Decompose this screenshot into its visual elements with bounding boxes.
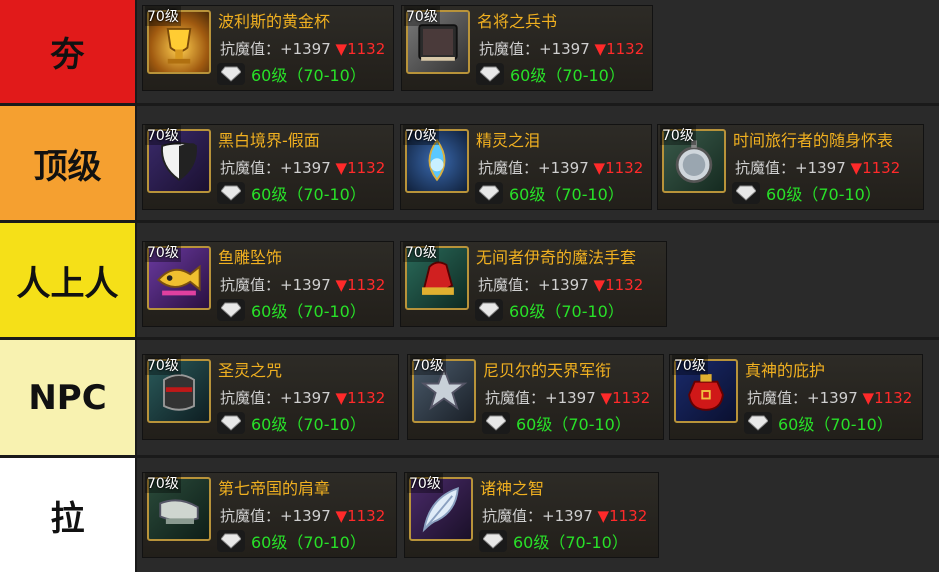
item-requirement: 60级（70-10） bbox=[217, 181, 366, 205]
tier-items: 70级 波利斯的黄金杯 抗魔值：+1397 ▼1132 60级（70-10） 7… bbox=[137, 0, 939, 103]
item-requirement: 60级（70-10） bbox=[476, 62, 625, 86]
item-level: 70级 bbox=[145, 473, 181, 493]
stat-drop: ▼1132 bbox=[335, 276, 386, 294]
tier-items: 70级 第七帝国的肩章 抗魔值：+1397 ▼1132 60级（70-10） 7… bbox=[137, 458, 939, 572]
stat-drop: ▼1132 bbox=[593, 276, 644, 294]
item-card[interactable]: 70级 黑白境界-假面 抗魔值：+1397 ▼1132 60级（70-10） bbox=[142, 124, 394, 210]
gem-icon bbox=[217, 182, 245, 204]
stat-drop: ▼1132 bbox=[593, 159, 644, 177]
gem-icon bbox=[476, 63, 504, 85]
item-requirement: 60级（70-10） bbox=[217, 298, 366, 322]
item-requirement: 60级（70-10） bbox=[479, 529, 628, 553]
item-card[interactable]: 70级 尼贝尔的天界军衔 抗魔值：+1397 ▼1132 60级（70-10） bbox=[407, 354, 664, 440]
item-level: 70级 bbox=[410, 355, 446, 375]
tier-items: 70级 鱼雕坠饰 抗魔值：+1397 ▼1132 60级（70-10） 70级 … bbox=[137, 223, 939, 337]
stat-drop: ▼1132 bbox=[335, 40, 386, 58]
item-card[interactable]: 70级 真神的庇护 抗魔值：+1397 ▼1132 60级（70-10） bbox=[669, 354, 923, 440]
gem-icon bbox=[217, 412, 245, 434]
item-level: 70级 bbox=[407, 473, 443, 493]
item-card[interactable]: 70级 鱼雕坠饰 抗魔值：+1397 ▼1132 60级（70-10） bbox=[142, 241, 394, 327]
item-name: 诸神之智 bbox=[480, 479, 545, 498]
item-stat: 抗魔值：+1397 ▼1132 bbox=[735, 159, 901, 177]
item-card[interactable]: 70级 无间者伊奇的魔法手套 抗魔值：+1397 ▼1132 60级（70-10… bbox=[400, 241, 667, 327]
item-name: 尼贝尔的天界军衔 bbox=[483, 361, 612, 380]
item-requirement: 60级（70-10） bbox=[482, 411, 631, 435]
tier-items: 70级 圣灵之咒 抗魔值：+1397 ▼1132 60级（70-10） 70级 … bbox=[137, 340, 939, 455]
tier-label: 夯 bbox=[0, 0, 135, 103]
gem-icon bbox=[217, 299, 245, 321]
item-requirement: 60级（70-10） bbox=[217, 411, 366, 435]
item-level: 70级 bbox=[145, 355, 181, 375]
stat-drop: ▼1132 bbox=[594, 40, 645, 58]
item-stat: 抗魔值：+1397 ▼1132 bbox=[220, 389, 386, 407]
item-name: 黑白境界-假面 bbox=[218, 131, 320, 150]
gem-icon bbox=[217, 63, 245, 85]
item-level: 70级 bbox=[145, 242, 181, 262]
gem-icon bbox=[479, 530, 507, 552]
item-requirement: 60级（70-10） bbox=[217, 62, 366, 86]
item-level: 70级 bbox=[145, 6, 181, 26]
gem-icon bbox=[482, 412, 510, 434]
item-level: 70级 bbox=[403, 125, 439, 145]
item-name: 名将之兵书 bbox=[477, 12, 558, 31]
item-requirement: 60级（70-10） bbox=[744, 411, 893, 435]
item-stat: 抗魔值：+1397 ▼1132 bbox=[220, 507, 386, 525]
stat-drop: ▼1132 bbox=[600, 389, 651, 407]
tier-label: 顶级 bbox=[0, 106, 135, 220]
stat-drop: ▼1132 bbox=[335, 159, 386, 177]
item-name: 鱼雕坠饰 bbox=[218, 248, 283, 267]
item-level: 70级 bbox=[404, 6, 440, 26]
item-requirement: 60级（70-10） bbox=[732, 181, 881, 205]
tier-row-npc: NPC 70级 圣灵之咒 抗魔值：+1397 ▼1132 60级（70-10） … bbox=[0, 340, 939, 455]
item-stat: 抗魔值：+1397 ▼1132 bbox=[478, 159, 644, 177]
item-stat: 抗魔值：+1397 ▼1132 bbox=[482, 507, 648, 525]
gem-icon bbox=[217, 530, 245, 552]
tier-items: 70级 黑白境界-假面 抗魔值：+1397 ▼1132 60级（70-10） 7… bbox=[137, 106, 939, 220]
item-name: 时间旅行者的随身怀表 bbox=[733, 131, 894, 150]
stat-drop: ▼1132 bbox=[335, 507, 386, 525]
item-stat: 抗魔值：+1397 ▼1132 bbox=[478, 276, 644, 294]
item-card[interactable]: 70级 波利斯的黄金杯 抗魔值：+1397 ▼1132 60级（70-10） bbox=[142, 5, 394, 91]
item-name: 真神的庇护 bbox=[745, 361, 826, 380]
item-card[interactable]: 70级 诸神之智 抗魔值：+1397 ▼1132 60级（70-10） bbox=[404, 472, 659, 558]
item-requirement: 60级（70-10） bbox=[475, 298, 624, 322]
tier-row-top: 顶级 70级 黑白境界-假面 抗魔值：+1397 ▼1132 60级（70-10… bbox=[0, 106, 939, 220]
item-level: 70级 bbox=[403, 242, 439, 262]
tier-label: 人上人 bbox=[0, 223, 135, 337]
gem-icon bbox=[732, 182, 760, 204]
item-name: 精灵之泪 bbox=[476, 131, 541, 150]
tier-label: 拉 bbox=[0, 458, 135, 572]
item-card[interactable]: 70级 时间旅行者的随身怀表 抗魔值：+1397 ▼1132 60级（70-10… bbox=[657, 124, 924, 210]
item-stat: 抗魔值：+1397 ▼1132 bbox=[479, 40, 645, 58]
item-stat: 抗魔值：+1397 ▼1132 bbox=[747, 389, 913, 407]
tier-row-la: 拉 70级 第七帝国的肩章 抗魔值：+1397 ▼1132 60级（70-10）… bbox=[0, 458, 939, 572]
item-level: 70级 bbox=[660, 125, 696, 145]
item-level: 70级 bbox=[145, 125, 181, 145]
tier-row-above: 人上人 70级 鱼雕坠饰 抗魔值：+1397 ▼1132 60级（70-10） … bbox=[0, 223, 939, 337]
item-name: 圣灵之咒 bbox=[218, 361, 283, 380]
item-stat: 抗魔值：+1397 ▼1132 bbox=[220, 159, 386, 177]
item-requirement: 60级（70-10） bbox=[217, 529, 366, 553]
item-stat: 抗魔值：+1397 ▼1132 bbox=[220, 40, 386, 58]
item-name: 无间者伊奇的魔法手套 bbox=[476, 248, 637, 267]
item-requirement: 60级（70-10） bbox=[475, 181, 624, 205]
tier-row-hang: 夯 70级 波利斯的黄金杯 抗魔值：+1397 ▼1132 60级（70-10）… bbox=[0, 0, 939, 103]
item-stat: 抗魔值：+1397 ▼1132 bbox=[220, 276, 386, 294]
stat-drop: ▼1132 bbox=[850, 159, 901, 177]
item-card[interactable]: 70级 圣灵之咒 抗魔值：+1397 ▼1132 60级（70-10） bbox=[142, 354, 399, 440]
item-card[interactable]: 70级 精灵之泪 抗魔值：+1397 ▼1132 60级（70-10） bbox=[400, 124, 652, 210]
stat-drop: ▼1132 bbox=[335, 389, 386, 407]
gem-icon bbox=[744, 412, 772, 434]
gem-icon bbox=[475, 299, 503, 321]
item-card[interactable]: 70级 名将之兵书 抗魔值：+1397 ▼1132 60级（70-10） bbox=[401, 5, 653, 91]
item-level: 70级 bbox=[672, 355, 708, 375]
tier-label: NPC bbox=[0, 340, 135, 455]
item-name: 第七帝国的肩章 bbox=[218, 479, 331, 498]
gem-icon bbox=[475, 182, 503, 204]
item-stat: 抗魔值：+1397 ▼1132 bbox=[485, 389, 651, 407]
stat-drop: ▼1132 bbox=[862, 389, 913, 407]
stat-drop: ▼1132 bbox=[597, 507, 648, 525]
item-name: 波利斯的黄金杯 bbox=[218, 12, 331, 31]
item-card[interactable]: 70级 第七帝国的肩章 抗魔值：+1397 ▼1132 60级（70-10） bbox=[142, 472, 397, 558]
